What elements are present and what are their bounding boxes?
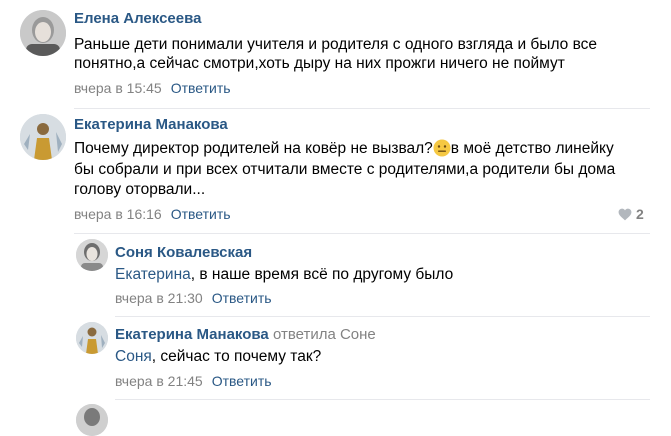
divider xyxy=(115,316,650,317)
reply-button[interactable]: Ответить xyxy=(171,206,231,222)
like-button[interactable]: 2 xyxy=(618,206,644,222)
avatar[interactable] xyxy=(76,322,108,354)
comment-text-segment: , сейчас то почему так? xyxy=(151,348,322,365)
comment-text-segment: в моё детство линейку xyxy=(450,140,614,157)
comment-time[interactable]: вчера в 21:45 xyxy=(115,373,203,389)
reply-button[interactable]: Ответить xyxy=(212,373,272,389)
comment-time[interactable]: вчера в 15:45 xyxy=(74,80,162,96)
heart-icon xyxy=(618,208,632,220)
comment-author-name[interactable]: Екатерина Манакова xyxy=(115,326,269,343)
comment-text-line: голову оторвали... xyxy=(74,181,206,198)
divider xyxy=(74,233,650,234)
comment-author: Екатерина Манакова ответила Соне xyxy=(115,326,376,343)
replied-to-label[interactable]: ответила Соне xyxy=(273,326,376,343)
comment-meta: вчера в 15:45 Ответить xyxy=(74,80,231,96)
comment-text-segment: , в наше время всё по другому было xyxy=(190,266,454,283)
comment-text-line: Екатерина, в наше время всё по другому б… xyxy=(115,263,453,287)
comment-time[interactable]: вчера в 16:16 xyxy=(74,206,162,222)
comment-author[interactable]: Елена Алексеева xyxy=(74,10,201,27)
avatar[interactable] xyxy=(76,404,108,436)
comment-meta: вчера в 21:30 Ответить xyxy=(115,290,272,306)
divider xyxy=(74,108,650,109)
comment-time[interactable]: вчера в 21:30 xyxy=(115,290,203,306)
avatar[interactable] xyxy=(20,10,66,56)
comment-text-line: понятно,а сейчас смотри,хоть дыру на них… xyxy=(74,55,565,72)
comment-meta: вчера в 21:45 Ответить xyxy=(115,373,272,389)
divider xyxy=(115,399,650,400)
like-count: 2 xyxy=(636,206,644,222)
reply-button[interactable]: Ответить xyxy=(171,80,231,96)
avatar[interactable] xyxy=(76,239,108,271)
comment-author[interactable]: Соня Ковалевская xyxy=(115,244,252,261)
comment-text-segment: Почему директор родителей на ковёр не вы… xyxy=(74,140,433,157)
comment-author[interactable]: Екатерина Манакова xyxy=(74,116,228,133)
mention-link[interactable]: Соня xyxy=(115,348,152,365)
comment-meta: вчера в 16:16 Ответить xyxy=(74,206,231,222)
avatar[interactable] xyxy=(20,114,66,160)
neutral-face-emoji-icon xyxy=(433,139,451,157)
mention-link[interactable]: Екатерина xyxy=(115,266,191,283)
reply-button[interactable]: Ответить xyxy=(212,290,272,306)
comment-text-line: Соня, сейчас то почему так? xyxy=(115,345,321,369)
